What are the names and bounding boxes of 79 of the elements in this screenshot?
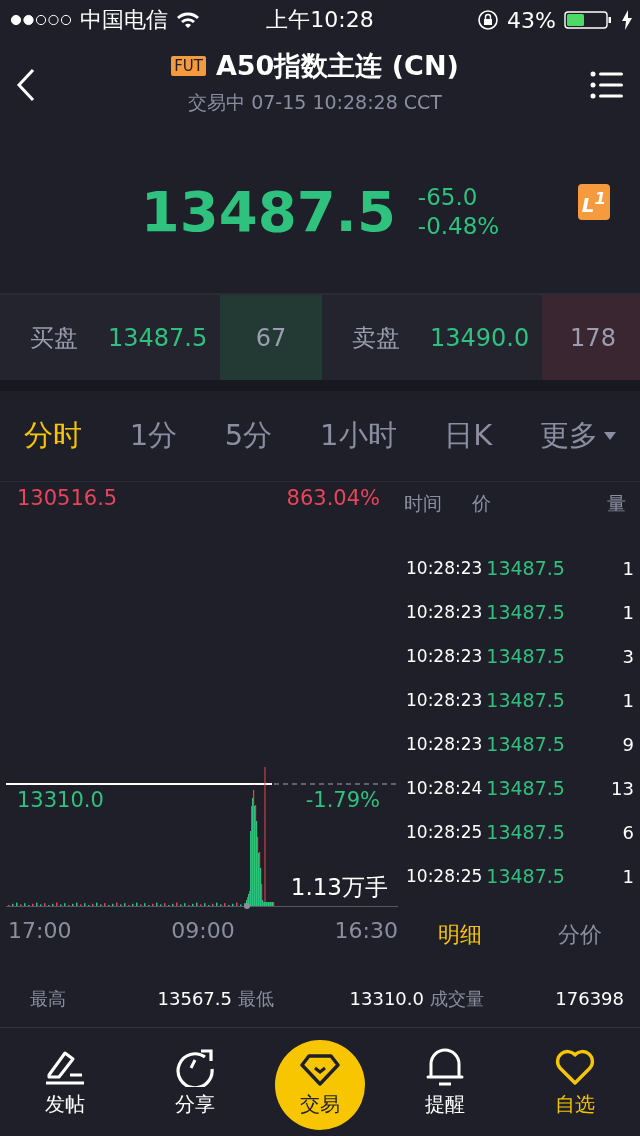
trade-volume: 13 (611, 777, 634, 799)
rotation-lock-icon (477, 9, 500, 31)
order-quantity: 67 (220, 295, 322, 380)
nav-tab[interactable]: 交易 (275, 1040, 365, 1130)
axis-dot (244, 903, 250, 909)
trade-volume: 1 (622, 865, 634, 887)
wifi-icon (176, 12, 200, 28)
trade-time: 10:28:25 (406, 866, 483, 886)
column-header: 价 (472, 491, 491, 516)
time-axis-label: 09:00 (171, 918, 235, 943)
trade-volume: 9 (622, 733, 634, 755)
order-side-label: 卖盘 (351, 322, 401, 354)
signal-icon (10, 14, 72, 26)
battery-icon (564, 10, 614, 30)
trade-time: 10:28:23 (406, 646, 483, 666)
caret-icon (604, 432, 617, 440)
instrument-title: A50指数主连 (CN) (215, 49, 459, 83)
menu-button[interactable] (590, 70, 626, 100)
trade-volume: 3 (622, 645, 634, 667)
trade-volume: 6 (622, 821, 634, 843)
chart-base-percent: -1.79% (305, 788, 380, 812)
order-price: 13487.5 (108, 323, 209, 352)
column-header: 时间 (404, 491, 442, 516)
order-side-label: 买盘 (29, 322, 79, 354)
percent-change: -0.48% (417, 211, 500, 241)
stat-label: 成交量 (430, 986, 485, 1011)
nav-tab[interactable]: 分享 (145, 1046, 245, 1118)
period-tab[interactable]: 1小时 (320, 416, 397, 456)
period-tab[interactable]: 1分 (129, 416, 178, 456)
trade-price: 13487.5 (486, 557, 565, 579)
clock-time: 上午10:28 (266, 6, 374, 34)
trade-volume: 1 (622, 601, 634, 623)
carrier-name: 中国电信 (80, 6, 168, 34)
period-tab[interactable]: 更多 (540, 416, 617, 456)
trade-price: 13487.5 (486, 777, 565, 799)
diamond-icon (300, 1052, 340, 1087)
chart-base-price: 13310.0 (17, 788, 104, 812)
stat-label: 最低 (238, 986, 275, 1011)
trade-time: 10:28:23 (406, 734, 483, 754)
refresh-icon (173, 1046, 217, 1087)
trade-volume: 1 (622, 557, 634, 579)
detail-tab[interactable]: 分价 (558, 919, 602, 950)
order-price: 13490.0 (430, 323, 531, 352)
trading-status: 交易中 07-15 10:28:28 CCT (188, 90, 442, 115)
stat-value: 13567.5 (156, 988, 233, 1009)
trade-time: 10:28:23 (406, 690, 483, 710)
battery-percent: 43% (507, 7, 556, 33)
trade-price: 13487.5 (486, 689, 565, 711)
trade-time: 10:28:25 (406, 822, 483, 842)
period-tab[interactable]: 分时 (23, 416, 82, 456)
trade-time: 10:28:23 (406, 602, 483, 622)
stat-label: 最高 (30, 986, 67, 1011)
column-header: 量 (607, 491, 626, 516)
chart-max-percent: 863.04% (286, 486, 380, 510)
detail-tab[interactable]: 明细 (438, 919, 482, 950)
futures-badge: FUT (171, 56, 206, 76)
last-price: 13487.5 (140, 179, 396, 244)
time-axis-label: 16:30 (334, 918, 398, 943)
nav-tab[interactable]: 提醒 (395, 1046, 495, 1118)
price-change: -65.0 (417, 182, 479, 212)
period-tab[interactable]: 日K (444, 416, 493, 456)
trade-price: 13487.5 (486, 865, 565, 887)
volume-label: 1.13万手 (290, 873, 388, 902)
order-quantity: 178 (542, 295, 640, 380)
period-tab[interactable]: 5分 (224, 416, 273, 456)
trade-volume: 1 (622, 689, 634, 711)
trade-price: 13487.5 (486, 645, 565, 667)
nav-tab[interactable]: 自选 (525, 1046, 625, 1118)
trade-price: 13487.5 (486, 733, 565, 755)
trade-price: 13487.5 (486, 821, 565, 843)
stat-value: 176398 (554, 988, 625, 1009)
stat-value: 13310.0 (348, 988, 425, 1009)
trade-time: 10:28:23 (406, 558, 483, 578)
chart-max-price: 130516.5 (17, 486, 118, 510)
time-axis-label: 17:00 (8, 918, 72, 943)
trade-time: 10:28:24 (406, 778, 483, 798)
nav-tab[interactable]: 发帖 (15, 1046, 115, 1118)
trade-price: 13487.5 (486, 601, 565, 623)
charging-icon (622, 10, 632, 30)
